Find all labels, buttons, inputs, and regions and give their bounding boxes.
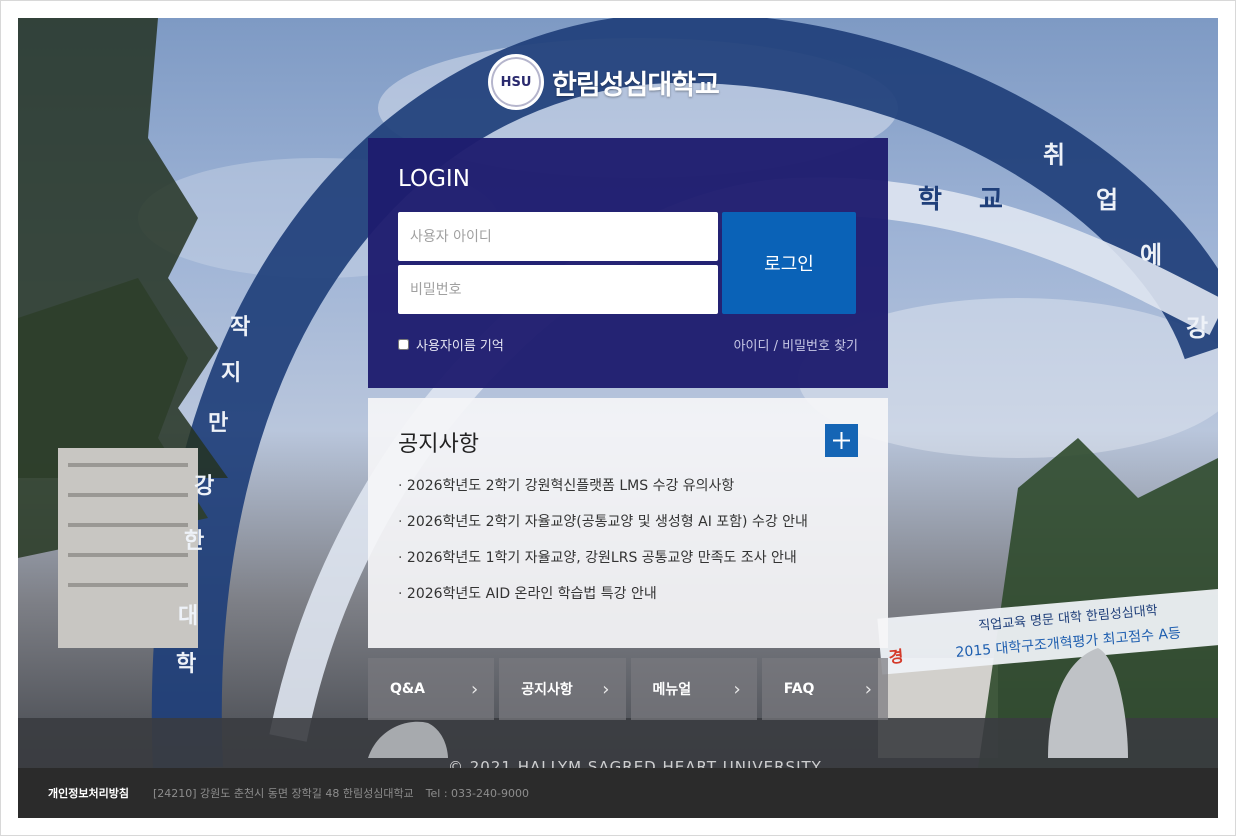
campus-arch-illustration: 직업교육 명문 대학 한림성심대학 2015 대학구조개혁평가 최고점수 A등 … (18, 18, 1218, 768)
copyright-text: © 2021 HALLYM SAGRED HEART UNIVERSITY (448, 758, 822, 768)
list-item[interactable]: 2026학년도 1학기 자율교양, 강원LRS 공통교양 만족도 조사 안내 (398, 548, 858, 584)
banner-prefix: 경 (888, 647, 904, 667)
login-panel: LOGIN 로그인 사용자이름 기억 아이디 / 비밀번호 찾기 (368, 138, 888, 388)
notice-panel: 공지사항 2026학년도 2학기 강원혁신플랫폼 LMS 수강 유의사항 202… (368, 398, 888, 648)
quick-link-manual[interactable]: 메뉴얼 › (630, 658, 757, 720)
quick-link-label: 메뉴얼 (652, 682, 692, 698)
arch-char: 한 (184, 529, 204, 554)
list-item[interactable]: 2026학년도 AID 온라인 학습법 특강 안내 (398, 584, 858, 620)
remember-label: 사용자이름 기억 (416, 339, 504, 354)
arch-char: 강 (194, 474, 214, 499)
privacy-policy-link[interactable]: 개인정보처리방침 (48, 785, 129, 801)
login-form: 로그인 (398, 212, 856, 315)
footer-tel: Tel : 033-240-9000 (425, 786, 529, 800)
arch-char: 학 (176, 652, 196, 677)
arch-char: 만 (208, 411, 228, 436)
notice-link[interactable]: 2026학년도 2학기 자율교양(공통교양 및 생성형 AI 포함) 수강 안내 (407, 514, 808, 530)
notice-more-button[interactable] (825, 424, 858, 457)
arch-char: 지 (221, 361, 241, 386)
chevron-right-icon: › (864, 678, 872, 700)
quick-link-qna[interactable]: Q&A › (368, 658, 495, 720)
notice-title: 공지사항 (398, 432, 479, 457)
login-title: LOGIN (398, 166, 470, 192)
footer: 개인정보처리방침 [24210] 강원도 춘천시 동면 장학길 48 한림성심대… (18, 768, 1218, 818)
plus-icon (833, 432, 850, 449)
notice-link[interactable]: 2026학년도 AID 온라인 학습법 특강 안내 (407, 586, 657, 602)
find-id-password-link[interactable]: 아이디 / 비밀번호 찾기 (734, 335, 858, 354)
list-item[interactable]: 2026학년도 2학기 자율교양(공통교양 및 생성형 AI 포함) 수강 안내 (398, 512, 858, 548)
chevron-right-icon: › (471, 678, 479, 700)
password-input[interactable] (398, 265, 718, 314)
quick-links: Q&A › 공지사항 › 메뉴얼 › FAQ › (368, 658, 888, 720)
quick-link-faq[interactable]: FAQ › (761, 658, 888, 720)
notice-link[interactable]: 2026학년도 1학기 자율교양, 강원LRS 공통교양 만족도 조사 안내 (407, 550, 797, 566)
login-button[interactable]: 로그인 (722, 212, 856, 314)
university-name: 한림성심대학교 (552, 69, 720, 101)
notice-list: 2026학년도 2학기 강원혁신플랫폼 LMS 수강 유의사항 2026학년도 … (398, 476, 858, 620)
quick-link-notice[interactable]: 공지사항 › (499, 658, 626, 720)
quick-link-label: FAQ (783, 681, 815, 697)
username-input[interactable] (398, 212, 718, 261)
footer-address: [24210] 강원도 춘천시 동면 장학길 48 한림성심대학교 (152, 787, 414, 800)
remember-username[interactable]: 사용자이름 기억 (398, 335, 504, 354)
quick-link-label: 공지사항 (521, 682, 573, 698)
university-logo[interactable]: HSU 한림성심대학교 (488, 54, 720, 110)
chevron-right-icon: › (733, 678, 741, 700)
list-item[interactable]: 2026학년도 2학기 강원혁신플랫폼 LMS 수강 유의사항 (398, 476, 858, 512)
arch-inner-text: 학 교 (918, 185, 1017, 215)
arch-char: 업 (1096, 186, 1118, 214)
background-photo: 직업교육 명문 대학 한림성심대학 2015 대학구조개혁평가 최고점수 A등 … (18, 18, 1218, 768)
notice-link[interactable]: 2026학년도 2학기 강원혁신플랫폼 LMS 수강 유의사항 (407, 478, 734, 494)
arch-char: 작 (230, 315, 250, 340)
arch-char: 강 (1186, 314, 1208, 342)
arch-char: 대 (178, 604, 198, 629)
quick-link-label: Q&A (390, 681, 425, 697)
arch-char: 취 (1043, 141, 1065, 169)
university-seal-icon: HSU (488, 54, 544, 110)
arch-char: 에 (1140, 241, 1162, 269)
chevron-right-icon: › (602, 678, 610, 700)
remember-checkbox[interactable] (398, 339, 409, 350)
